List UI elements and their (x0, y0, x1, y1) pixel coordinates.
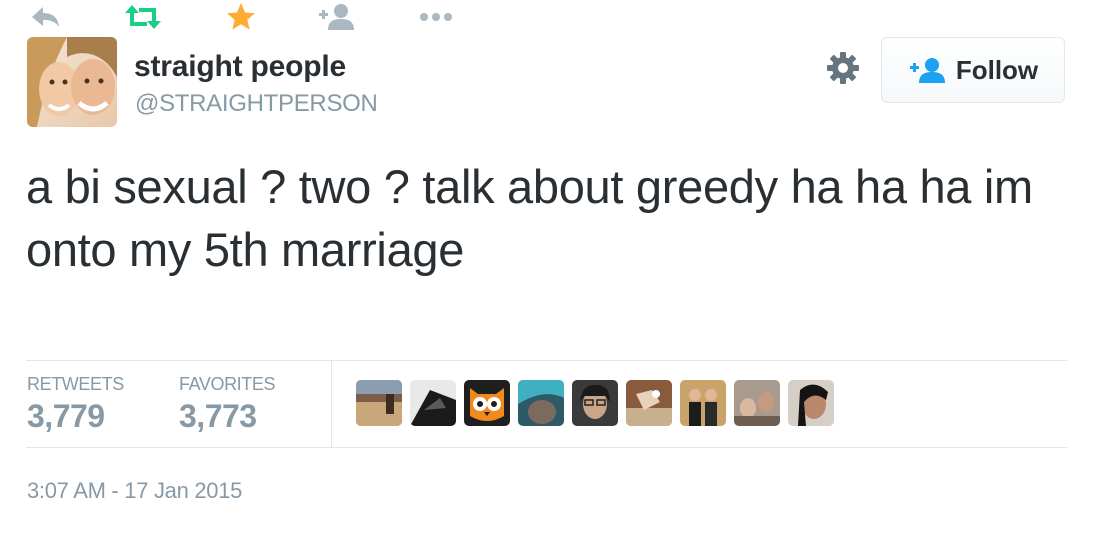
favoriter-avatar[interactable] (680, 380, 726, 426)
divider (26, 447, 1067, 448)
tweet-text: a bi sexual ? two ? talk about greedy ha… (26, 160, 1033, 276)
favoriter-avatar[interactable] (464, 380, 510, 426)
favoriter-avatar[interactable] (518, 380, 564, 426)
favoriter-avatar[interactable] (356, 380, 402, 426)
display-name[interactable]: straight people (134, 50, 346, 84)
favoriter-avatar[interactable] (734, 380, 780, 426)
more-icon[interactable] (418, 0, 458, 34)
tweet-timestamp[interactable]: 3:07 AM - 17 Jan 2015 (27, 478, 242, 504)
divider (26, 360, 1067, 361)
follow-button-label: Follow (955, 54, 1039, 85)
stats-separator (331, 361, 332, 447)
follow-user-icon[interactable] (317, 0, 357, 34)
favorites-count[interactable]: 3,773 (179, 398, 257, 435)
favorites-label[interactable]: FAVORITES (179, 374, 275, 395)
favoriter-avatar[interactable] (788, 380, 834, 426)
user-handle[interactable]: @STRAIGHTPERSON (135, 90, 378, 118)
favoriter-avatar[interactable] (572, 380, 618, 426)
favoriter-avatar[interactable] (410, 380, 456, 426)
profile-avatar[interactable] (27, 37, 117, 127)
retweets-count[interactable]: 3,779 (27, 398, 105, 435)
retweets-label[interactable]: RETWEETS (27, 374, 124, 395)
retweet-icon[interactable] (123, 0, 163, 34)
favoriter-avatar[interactable] (626, 380, 672, 426)
follow-button[interactable]: Follow (881, 37, 1065, 103)
reply-icon[interactable] (28, 0, 62, 34)
follow-user-icon (909, 58, 945, 83)
favorite-icon[interactable] (224, 0, 258, 34)
gear-icon[interactable] (826, 51, 860, 85)
